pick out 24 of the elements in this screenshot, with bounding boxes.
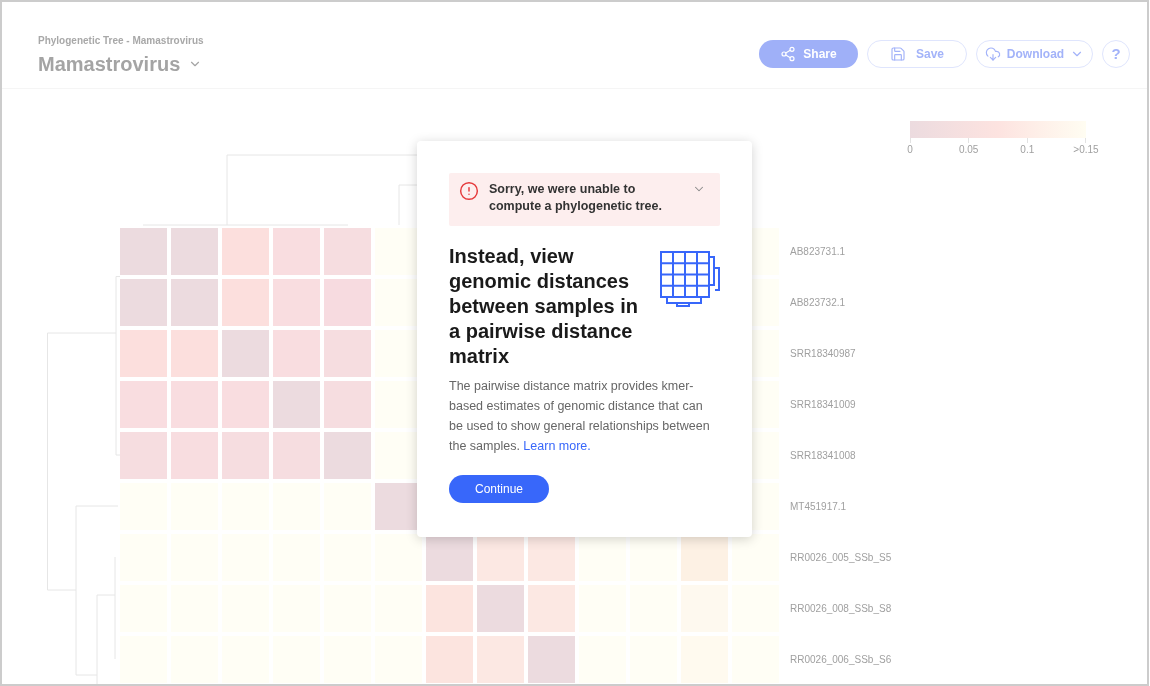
scale-tick-label: 0.05 — [957, 143, 980, 157]
share-button[interactable]: Share — [759, 40, 858, 68]
sample-label: SRR18341008 — [790, 448, 856, 463]
sample-label: SRR18340987 — [790, 346, 856, 361]
scale-tick-label: >0.15 — [1072, 143, 1100, 157]
sample-label: RR0026_005_SSb_S5 — [790, 550, 892, 565]
save-icon — [890, 46, 906, 62]
help-button[interactable]: ? — [1102, 40, 1130, 68]
scale-tick-label: 0 — [906, 143, 914, 157]
cloud-download-icon — [984, 46, 1001, 62]
save-button[interactable]: Save — [867, 40, 967, 68]
alert-message: Sorry, we were unable to compute a phylogenetic tree. — [489, 181, 663, 215]
alert-icon — [459, 181, 479, 201]
sample-label: RR0026_006_SSb_S6 — [790, 652, 892, 667]
share-icon — [780, 46, 797, 62]
download-button[interactable]: Download — [976, 40, 1093, 68]
sample-label: RR0026_008_SSb_S8 — [790, 601, 892, 616]
page-title: Mamastrovirus — [38, 52, 181, 77]
breadcrumb: Phylogenetic Tree - Mamastrovirus — [38, 34, 204, 48]
sample-label: AB823731.1 — [790, 244, 846, 259]
sample-label: AB823732.1 — [790, 295, 846, 310]
sample-label: SRR18341009 — [790, 397, 856, 412]
scale-tick-label: 0.1 — [1019, 143, 1036, 157]
sample-label: MT451917.1 — [790, 499, 847, 514]
